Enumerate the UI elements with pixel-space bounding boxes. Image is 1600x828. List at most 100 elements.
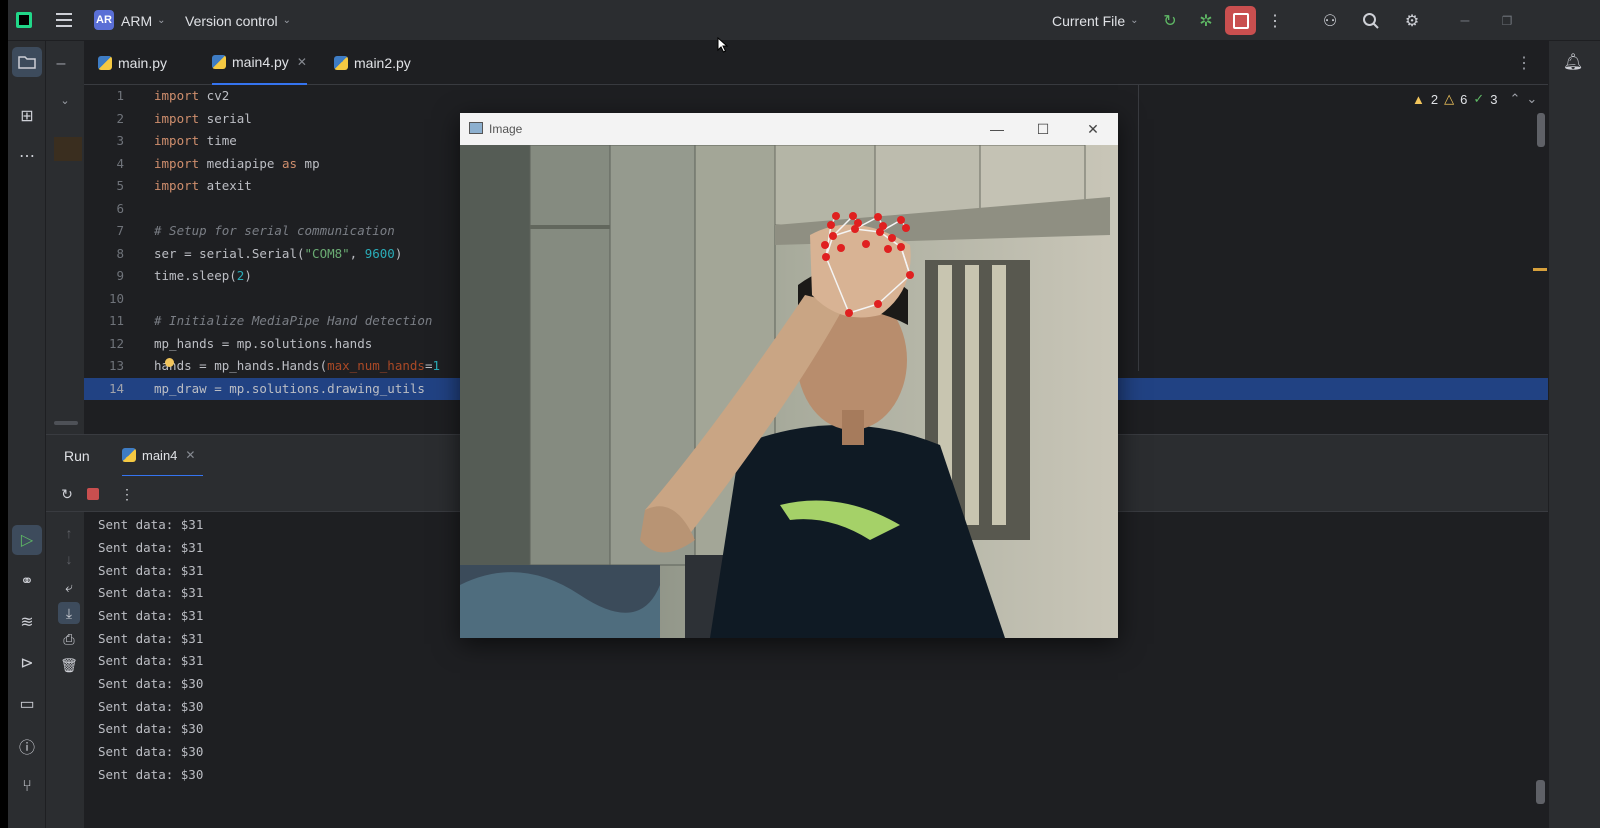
- terminal-icon[interactable]: ▭: [12, 689, 42, 719]
- run-tool-icon[interactable]: ▷: [12, 525, 42, 555]
- vcs-label: Version control: [185, 12, 278, 29]
- console-line: Sent data: $31: [98, 608, 204, 623]
- python-file-icon: [122, 448, 136, 462]
- console-line: Sent data: $31: [98, 585, 204, 600]
- vcs-menu[interactable]: Version control ⌄: [185, 0, 291, 41]
- chevron-down-icon: ⌄: [1130, 15, 1139, 26]
- console-line: Sent data: $31: [98, 653, 204, 668]
- console-line: Sent data: $31: [98, 562, 204, 578]
- rerun-icon[interactable]: ↻: [56, 483, 78, 505]
- main-menu-icon[interactable]: [56, 13, 72, 27]
- settings-icon[interactable]: ⚙: [1400, 9, 1424, 33]
- more-actions-icon[interactable]: ⋮: [116, 483, 138, 505]
- camera-frame-image: [460, 145, 1118, 638]
- run-tab-main4[interactable]: main4 ✕: [122, 435, 204, 477]
- mouse-cursor-icon: [717, 37, 729, 53]
- gutter-highlight: [54, 137, 82, 161]
- minimize-icon[interactable]: —: [974, 113, 1020, 145]
- search-icon[interactable]: [1359, 9, 1383, 33]
- problems-icon[interactable]: ⓘ: [12, 731, 42, 761]
- git-icon[interactable]: ⑂: [12, 772, 42, 802]
- minimize-icon[interactable]: –: [1453, 9, 1477, 33]
- console-scrollbar[interactable]: [1536, 780, 1545, 804]
- console-line: Sent data: $30: [98, 698, 204, 714]
- console-line: Sent data: $31: [98, 517, 204, 532]
- stop-icon[interactable]: [82, 483, 104, 505]
- warning-icon: ▲: [1412, 91, 1425, 107]
- debug-icon[interactable]: ✲: [1194, 9, 1218, 33]
- python-file-icon: [98, 56, 112, 70]
- tab-main4[interactable]: main4.py ✕: [212, 41, 307, 85]
- close-icon[interactable]: ✕: [297, 55, 307, 69]
- tab-options-icon[interactable]: ⋮: [1516, 41, 1532, 85]
- right-margin-guide: [1138, 85, 1139, 371]
- collapse-icon[interactable]: –: [46, 49, 76, 79]
- console-line: Sent data: $30: [98, 676, 204, 691]
- run-side-toolbar: ↑ ↓ ⤶ ⤓ ⎙ 🗑︎: [46, 512, 84, 828]
- inspection-widget[interactable]: ▲ 2 △ 6 ✓ 3 ⌃ ⌄: [1412, 89, 1537, 109]
- horizontal-scrollbar[interactable]: [54, 421, 78, 425]
- soft-wrap-icon[interactable]: ⤶: [58, 576, 80, 598]
- check-icon: ✓: [1473, 91, 1485, 106]
- title-bar: AR ARM ⌄ Version control ⌄ Current File …: [8, 0, 1600, 41]
- chevron-down-icon[interactable]: ⌄: [50, 85, 80, 115]
- structure-icon[interactable]: ⊞: [12, 101, 42, 131]
- stop-button[interactable]: [1225, 6, 1256, 35]
- tab-label: main4.py: [232, 54, 289, 70]
- console-line: Sent data: $31: [98, 630, 204, 646]
- code-line: 1 import cv2: [116, 88, 230, 103]
- more-tools-icon[interactable]: ⋯: [12, 141, 42, 171]
- scroll-to-end-icon[interactable]: ⤓: [58, 602, 80, 624]
- chevron-up-icon[interactable]: ⌃: [1509, 91, 1520, 107]
- project-badge[interactable]: AR: [94, 10, 114, 30]
- image-window-title: Image: [489, 122, 523, 136]
- console-line: Sent data: $31: [98, 540, 204, 555]
- right-tool-stripe: 🔔︎: [1548, 41, 1600, 828]
- chevron-down-icon[interactable]: ⌄: [1526, 91, 1537, 107]
- rerun-icon[interactable]: ↻: [1158, 9, 1182, 33]
- maximize-icon[interactable]: ☐: [1020, 113, 1066, 145]
- python-file-icon: [212, 55, 226, 69]
- python-file-icon: [334, 56, 348, 70]
- warning-stripe-mark[interactable]: [1533, 268, 1547, 271]
- ide-window: AR ARM ⌄ Version control ⌄ Current File …: [8, 0, 1600, 828]
- console-line: Sent data: $30: [98, 744, 204, 759]
- python-console-icon[interactable]: ⚭: [12, 566, 42, 596]
- trash-icon[interactable]: 🗑︎: [58, 654, 80, 676]
- tab-main[interactable]: main.py: [98, 41, 167, 85]
- restore-icon[interactable]: ❐: [1495, 9, 1519, 33]
- console-line: Sent data: $30: [98, 721, 204, 736]
- chevron-down-icon: ⌄: [157, 15, 166, 26]
- run-config-label: Current File: [1052, 12, 1126, 29]
- weak-warning-icon: △: [1444, 91, 1455, 106]
- project-name: ARM: [121, 12, 153, 29]
- editor-scrollbar[interactable]: [1537, 113, 1545, 147]
- close-icon[interactable]: ✕: [185, 448, 195, 462]
- code-with-me-icon[interactable]: ⚇: [1318, 9, 1342, 33]
- services-icon[interactable]: ⊳: [12, 648, 42, 678]
- project-switcher[interactable]: ARM ⌄: [121, 0, 166, 41]
- camera-feed: [460, 145, 1118, 638]
- image-window[interactable]: Image — ☐ ✕: [460, 113, 1118, 638]
- left-tool-stripe: ⊞ ⋯ ▷ ⚭ ≋ ⊳ ▭ ⓘ ⑂: [8, 41, 46, 828]
- project-panel: – ⌄: [46, 41, 84, 434]
- python-packages-icon[interactable]: ≋: [12, 607, 42, 637]
- run-panel-title: Run: [64, 448, 90, 464]
- window-app-icon: [469, 122, 483, 134]
- intention-bulb-icon[interactable]: [165, 358, 174, 367]
- project-folder-icon[interactable]: [12, 47, 42, 77]
- more-actions-icon[interactable]: ⋮: [1263, 9, 1287, 33]
- editor-tabs: main.py main4.py ✕ main2.py ⋮: [84, 41, 1548, 85]
- notifications-icon[interactable]: 🔔︎: [1558, 47, 1588, 77]
- image-window-titlebar[interactable]: Image — ☐ ✕: [460, 113, 1118, 145]
- tab-main2[interactable]: main2.py: [334, 41, 411, 85]
- run-config-selector[interactable]: Current File ⌄: [1052, 0, 1139, 41]
- pycharm-logo-icon[interactable]: [16, 12, 32, 28]
- close-icon[interactable]: ✕: [1070, 113, 1116, 145]
- print-icon[interactable]: ⎙: [58, 628, 80, 650]
- tab-label: main.py: [118, 55, 168, 71]
- arrow-up-icon[interactable]: ↑: [58, 522, 80, 544]
- arrow-down-icon[interactable]: ↓: [58, 548, 80, 570]
- chevron-down-icon: ⌄: [282, 15, 291, 26]
- console-line: Sent data: $30: [98, 766, 204, 782]
